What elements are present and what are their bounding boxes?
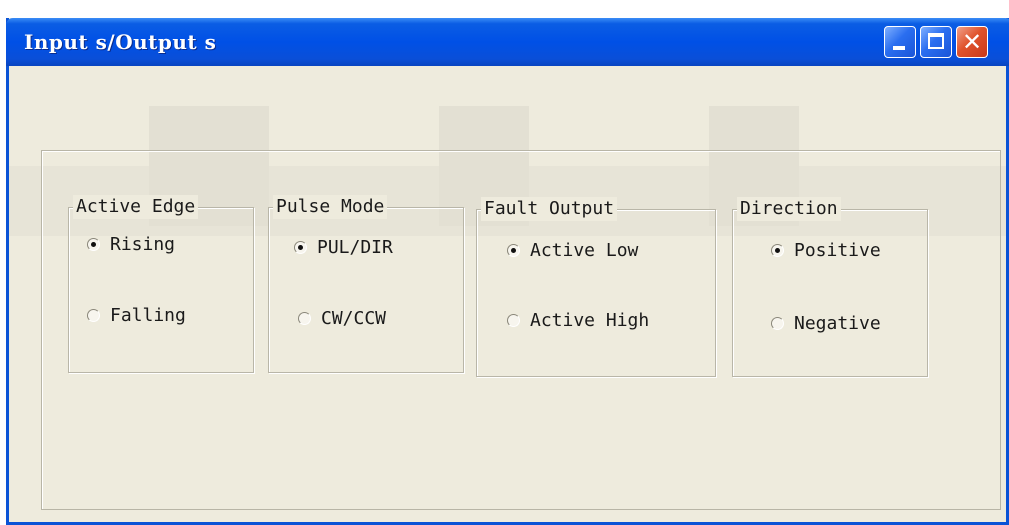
- cw-ccw-radio[interactable]: CW/CCW: [298, 308, 386, 329]
- close-icon: ✕: [961, 28, 983, 56]
- radio-unselected-icon[interactable]: [771, 317, 784, 330]
- rising-label[interactable]: Rising: [110, 234, 175, 255]
- cw-ccw-label[interactable]: CW/CCW: [321, 308, 386, 329]
- active-low-label[interactable]: Active Low: [530, 240, 638, 261]
- fault-output-legend: Fault Output: [481, 197, 618, 221]
- radio-unselected-icon[interactable]: [87, 309, 100, 322]
- positive-radio[interactable]: Positive: [771, 240, 881, 261]
- direction-legend: Direction: [737, 197, 841, 221]
- inputs-outputs-window: Input s/Output s ✕ Active Edge Rising Fa…: [6, 18, 1009, 525]
- radio-unselected-icon[interactable]: [507, 314, 520, 327]
- active-edge-legend: Active Edge: [73, 195, 199, 219]
- direction-group: Direction Positive Negative: [732, 197, 928, 377]
- negative-radio[interactable]: Negative: [771, 313, 881, 334]
- window-title: Input s/Output s: [24, 30, 217, 54]
- active-low-radio[interactable]: Active Low: [507, 240, 638, 261]
- positive-label[interactable]: Positive: [794, 240, 881, 261]
- minimize-icon: [893, 46, 905, 50]
- maximize-button[interactable]: [920, 26, 952, 58]
- rising-radio[interactable]: Rising: [87, 234, 175, 255]
- title-bar[interactable]: Input s/Output s ✕: [6, 18, 1009, 66]
- falling-radio[interactable]: Falling: [87, 305, 186, 326]
- pulse-mode-legend: Pulse Mode: [273, 195, 388, 219]
- minimize-button[interactable]: [884, 26, 916, 58]
- maximize-icon: [928, 33, 944, 49]
- close-button[interactable]: ✕: [956, 26, 988, 58]
- radio-selected-icon[interactable]: [294, 241, 307, 254]
- client-area: Active Edge Rising Falling Pulse Mode PU…: [9, 66, 1006, 522]
- falling-label[interactable]: Falling: [110, 305, 186, 326]
- fault-output-group: Fault Output Active Low Active High: [476, 197, 716, 377]
- radio-selected-icon[interactable]: [507, 244, 520, 257]
- pulse-mode-group: Pulse Mode PUL/DIR CW/CCW: [268, 195, 464, 373]
- negative-label[interactable]: Negative: [794, 313, 881, 334]
- active-high-label[interactable]: Active High: [530, 310, 649, 331]
- radio-unselected-icon[interactable]: [298, 312, 311, 325]
- pul-dir-label[interactable]: PUL/DIR: [317, 237, 393, 258]
- settings-frame: Active Edge Rising Falling Pulse Mode PU…: [41, 150, 1001, 510]
- radio-selected-icon[interactable]: [87, 238, 100, 251]
- radio-selected-icon[interactable]: [771, 244, 784, 257]
- active-edge-group: Active Edge Rising Falling: [68, 195, 254, 373]
- active-high-radio[interactable]: Active High: [507, 310, 649, 331]
- pul-dir-radio[interactable]: PUL/DIR: [294, 237, 393, 258]
